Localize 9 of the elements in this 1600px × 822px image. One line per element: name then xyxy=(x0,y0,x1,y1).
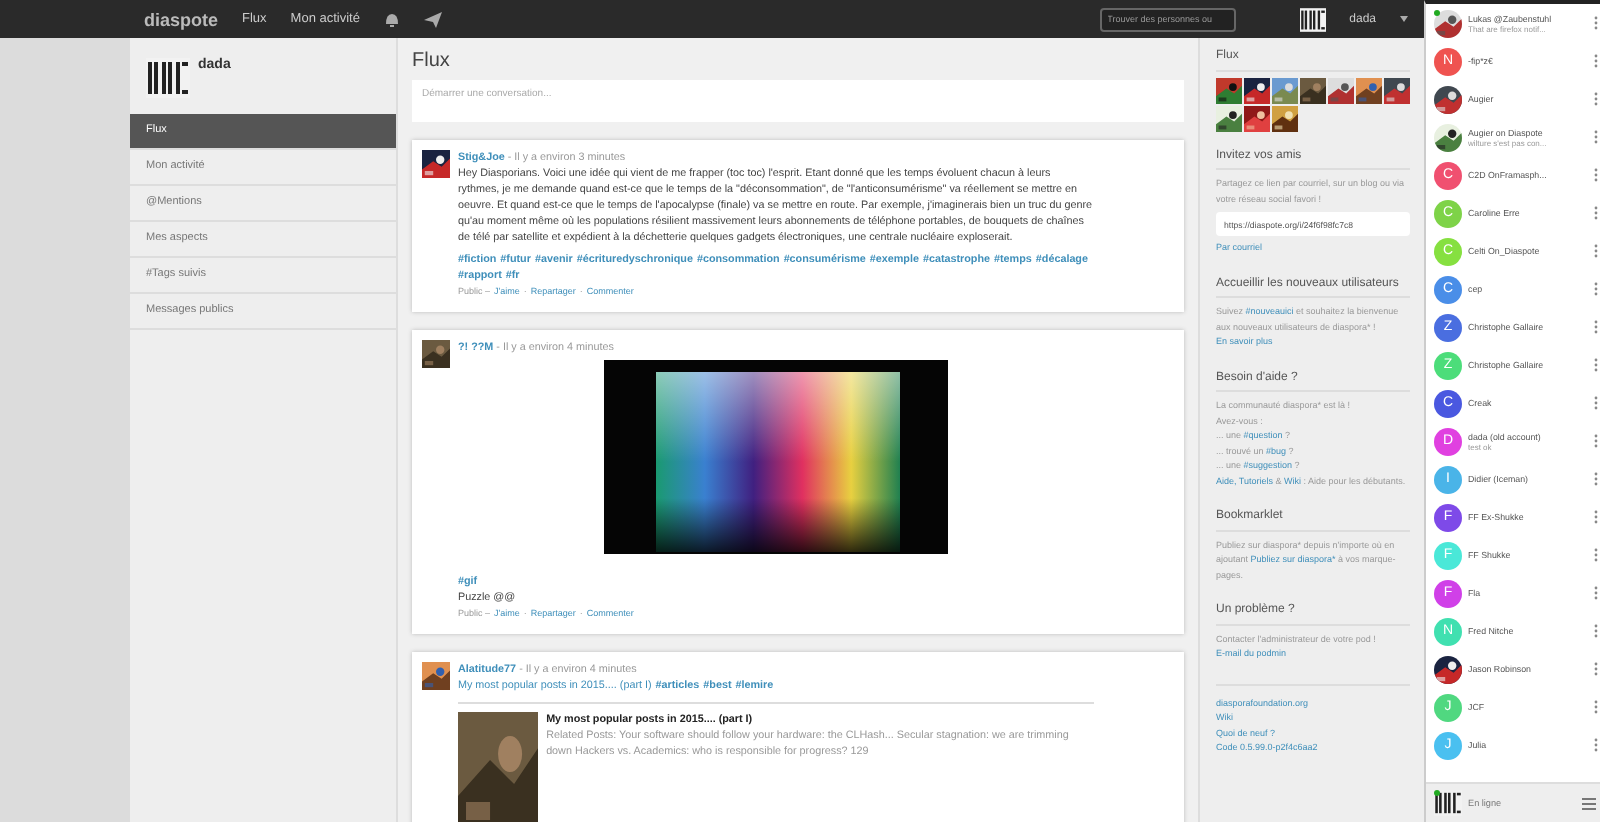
logo-icon xyxy=(146,58,190,98)
logo-icon xyxy=(1434,790,1462,816)
page-title: Flux xyxy=(412,50,452,72)
logo-icon xyxy=(1299,7,1326,31)
paper-plane-icon[interactable] xyxy=(423,11,442,27)
menu-icon[interactable] xyxy=(1582,797,1596,809)
brand-logo[interactable]: diaspote xyxy=(144,9,219,29)
notification-icon[interactable] xyxy=(383,11,400,27)
caret-icon[interactable] xyxy=(1400,16,1408,22)
